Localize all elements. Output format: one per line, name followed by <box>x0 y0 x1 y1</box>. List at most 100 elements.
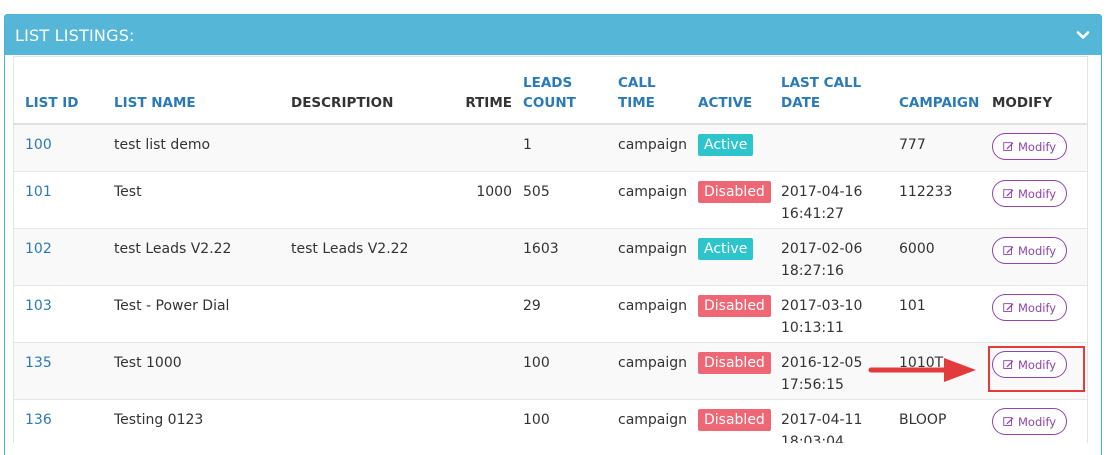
description-cell <box>280 342 454 400</box>
list-id-link[interactable]: 102 <box>25 241 52 257</box>
last-call-date: 2017-04-16 <box>781 184 863 200</box>
list-id-link[interactable]: 101 <box>25 184 52 200</box>
status-badge: Active <box>698 238 754 260</box>
list-id-cell: 102 <box>14 228 103 286</box>
rtime-cell <box>454 285 512 343</box>
modify-button[interactable]: Modify <box>992 180 1068 207</box>
call-time-cell: campaign <box>607 228 687 286</box>
last-call-time: 10:13:11 <box>781 320 844 336</box>
last-call-date-cell <box>770 123 888 172</box>
modify-button[interactable]: Modify <box>992 133 1068 160</box>
edit-icon <box>1003 246 1014 255</box>
status-cell: Active <box>687 123 770 172</box>
last-call-date-cell: 2017-02-06 18:27:16 <box>770 228 888 286</box>
campaign-cell: BLOOP <box>888 399 981 443</box>
last-call-date: 2017-03-10 <box>781 298 863 314</box>
last-call-time: 16:41:27 <box>781 206 844 222</box>
status-badge: Disabled <box>698 181 771 203</box>
modify-label: Modify <box>1018 357 1057 372</box>
call-time-cell: campaign <box>607 285 687 343</box>
col-description: DESCRIPTION <box>280 57 454 125</box>
list-id-link[interactable]: 100 <box>25 137 52 153</box>
call-time-cell: campaign <box>607 342 687 400</box>
last-call-date: 2016-12-05 <box>781 355 863 371</box>
col-call-time[interactable]: CALL TIME <box>607 57 687 125</box>
list-id-cell: 136 <box>14 399 103 443</box>
modify-label: Modify <box>1018 300 1057 315</box>
list-id-cell: 103 <box>14 285 103 343</box>
status-cell: Disabled <box>687 399 771 443</box>
list-name-cell: Test 1000 <box>103 342 280 400</box>
last-call-date-cell: 2016-12-05 17:56:15 <box>770 342 888 400</box>
rtime-cell <box>454 123 512 172</box>
campaign-cell: 1010T <box>888 342 981 400</box>
description-cell <box>280 123 454 172</box>
list-name-cell: test Leads V2.22 <box>103 228 280 286</box>
table-row: 101 Test 1000 505 campaign Disabled 2017-04-16… <box>14 171 1087 229</box>
campaign-cell: 6000 <box>888 228 981 286</box>
status-badge: Disabled <box>698 409 771 431</box>
description-cell <box>280 399 454 443</box>
edit-icon <box>1003 360 1014 369</box>
modify-cell: Modify <box>981 171 1087 229</box>
status-cell: Disabled <box>687 342 771 400</box>
campaign-cell: 101 <box>888 285 981 343</box>
last-call-time: 17:56:15 <box>781 377 844 393</box>
col-campaign[interactable]: CAMPAIGN <box>888 57 981 125</box>
status-badge: Disabled <box>698 295 771 317</box>
list-id-cell: 101 <box>14 171 103 229</box>
col-active[interactable]: ACTIVE <box>687 57 770 125</box>
description-cell: test Leads V2.22 <box>280 228 454 286</box>
leads-count-cell: 505 <box>512 171 607 229</box>
rtime-cell <box>454 228 512 286</box>
description-cell <box>280 171 454 229</box>
last-call-date: 2017-02-06 <box>781 241 863 257</box>
leads-count-cell: 1603 <box>512 228 607 286</box>
list-name-cell: test list demo <box>103 123 280 172</box>
list-table-container: LIST ID LIST NAME DESCRIPTION RTIME LEAD… <box>13 56 1088 443</box>
list-id-link[interactable]: 135 <box>25 355 52 371</box>
modify-label: Modify <box>1018 243 1057 258</box>
modify-button[interactable]: Modify <box>992 351 1068 378</box>
call-time-cell: campaign <box>607 399 687 443</box>
campaign-cell: 777 <box>888 123 981 172</box>
panel-title: LIST LISTINGS: <box>15 25 135 45</box>
modify-button[interactable]: Modify <box>992 294 1068 321</box>
chevron-down-icon[interactable] <box>1075 27 1091 43</box>
call-time-cell: campaign <box>607 171 687 229</box>
edit-icon <box>1003 142 1014 151</box>
table-row: 100 test list demo 1 campaign Active 777 Modif… <box>14 123 1087 172</box>
list-id-link[interactable]: 103 <box>25 298 52 314</box>
col-list-id[interactable]: LIST ID <box>14 57 103 125</box>
edit-icon <box>1003 417 1014 426</box>
modify-button[interactable]: Modify <box>992 237 1068 264</box>
col-rtime: RTIME <box>454 57 512 125</box>
list-id-cell: 100 <box>14 123 103 172</box>
col-list-name[interactable]: LIST NAME <box>103 57 280 125</box>
modify-cell: Modify <box>981 285 1087 343</box>
table-row: 102 test Leads V2.22 test Leads V2.22 1603 c… <box>14 228 1087 286</box>
description-cell <box>280 285 454 343</box>
col-last-call-date[interactable]: LAST CALL DATE <box>770 57 888 125</box>
table-row: 135 Test 1000 100 campaign Disabled 2016-12-0… <box>14 342 1087 400</box>
leads-count-cell: 100 <box>512 342 607 400</box>
list-name-cell: Test - Power Dial <box>103 285 280 343</box>
last-call-date: 2017-04-11 <box>781 412 863 428</box>
table-row: 103 Test - Power Dial 29 campaign Disabled 20… <box>14 285 1087 343</box>
col-leads-count[interactable]: LEADS COUNT <box>512 57 607 125</box>
modify-button[interactable]: Modify <box>992 408 1068 435</box>
leads-count-cell: 100 <box>512 399 607 443</box>
table-row: 136 Testing 0123 100 campaign Disabled 2017-0… <box>14 399 1087 443</box>
col-modify: MODIFY <box>981 57 1087 125</box>
list-id-link[interactable]: 136 <box>25 412 52 428</box>
edit-icon <box>1003 189 1014 198</box>
modify-cell: Modify <box>981 228 1087 286</box>
last-call-time: 18:27:16 <box>781 263 844 279</box>
status-cell: Disabled <box>687 285 771 343</box>
leads-count-cell: 29 <box>512 285 607 343</box>
list-table: LIST ID LIST NAME DESCRIPTION RTIME LEAD… <box>14 57 1087 443</box>
campaign-cell: 112233 <box>888 171 981 229</box>
list-name-cell: Testing 0123 <box>103 399 280 443</box>
last-call-date-cell: 2017-04-11 18:03:04 <box>770 399 888 443</box>
edit-icon <box>1003 303 1014 312</box>
